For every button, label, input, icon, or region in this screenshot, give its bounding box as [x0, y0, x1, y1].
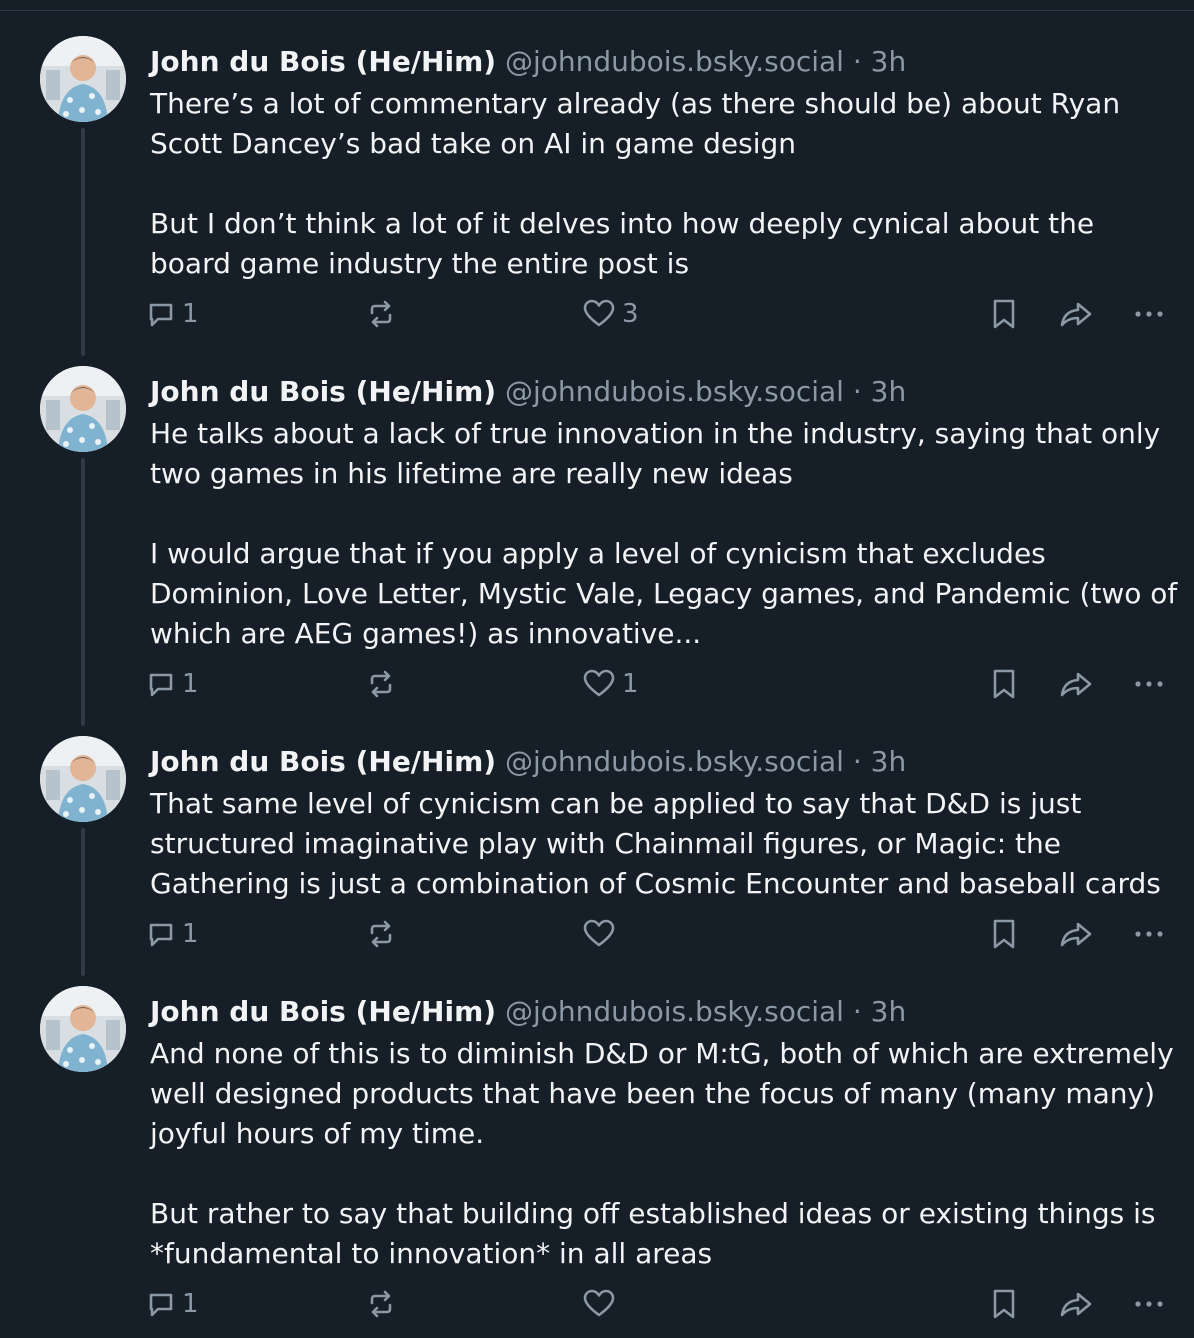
post-time[interactable]: 3h: [871, 995, 907, 1028]
author-name[interactable]: John du Bois (He/Him): [150, 995, 496, 1028]
speech-bubble-icon: [149, 923, 173, 947]
like-button[interactable]: [582, 914, 622, 954]
heart-icon: [583, 669, 615, 697]
more-options-button[interactable]: [1132, 664, 1166, 704]
repost-button[interactable]: [364, 294, 398, 334]
speech-bubble-icon: [149, 673, 173, 697]
ellipsis-icon: [1135, 1301, 1163, 1307]
like-button[interactable]: [582, 1284, 622, 1324]
speech-bubble-icon: [149, 303, 173, 327]
like-button[interactable]: 1: [582, 664, 639, 704]
avatar-image: [40, 36, 126, 122]
repost-button[interactable]: [364, 1284, 398, 1324]
like-count: 1: [622, 669, 639, 699]
reply-button[interactable]: 1: [146, 1284, 199, 1324]
share-arrow-icon: [1060, 922, 1092, 947]
heart-icon: [583, 919, 615, 947]
post-paragraph: And none of this is to diminish D&D or M…: [150, 1037, 1174, 1150]
separator: ·: [852, 375, 862, 408]
repost-arrows-icon: [370, 920, 392, 948]
post-actions: 1: [0, 1284, 1194, 1324]
reply-count: 1: [182, 919, 199, 949]
post-time[interactable]: 3h: [871, 375, 907, 408]
repost-arrows-icon: [370, 300, 392, 328]
more-options-button[interactable]: [1132, 1284, 1166, 1324]
post-header: John du Bois (He/Him) @johndubois.bsky.s…: [150, 744, 906, 780]
share-button[interactable]: [1058, 1284, 1094, 1324]
ellipsis-icon: [1135, 311, 1163, 317]
author-handle[interactable]: @johndubois.bsky.social: [505, 375, 844, 408]
post-text: And none of this is to diminish D&D or M…: [150, 1034, 1180, 1274]
post-paragraph: But rather to say that building off esta…: [150, 1197, 1156, 1270]
post-paragraph: That same level of cynicism can be appli…: [150, 787, 1161, 900]
post-time[interactable]: 3h: [871, 745, 907, 778]
repost-button[interactable]: [364, 664, 398, 704]
post-paragraph: But I don’t think a lot of it delves int…: [150, 207, 1095, 280]
reply-count: 1: [182, 299, 199, 329]
avatar[interactable]: [40, 986, 126, 1072]
post-paragraph: There’s a lot of commentary already (as …: [150, 87, 1121, 160]
bookmark-icon: [993, 669, 1015, 699]
post-time[interactable]: 3h: [871, 45, 907, 78]
post-paragraph: I would argue that if you apply a level …: [150, 537, 1178, 650]
reply-count: 1: [182, 1289, 199, 1319]
post-header: John du Bois (He/Him) @johndubois.bsky.s…: [150, 374, 906, 410]
bookmark-button[interactable]: [988, 664, 1020, 704]
reply-button[interactable]: 1: [146, 914, 199, 954]
bookmark-button[interactable]: [988, 914, 1020, 954]
author-handle[interactable]: @johndubois.bsky.social: [505, 45, 844, 78]
post-actions: 1 1: [0, 664, 1194, 704]
repost-arrows-icon: [370, 1290, 392, 1318]
avatar-image: [40, 986, 126, 1072]
share-arrow-icon: [1060, 672, 1092, 697]
post-text: He talks about a lack of true innovation…: [150, 414, 1180, 654]
like-count: 3: [622, 299, 639, 329]
bookmark-icon: [993, 919, 1015, 949]
post-text: That same level of cynicism can be appli…: [150, 784, 1180, 904]
top-divider: [0, 10, 1194, 11]
more-options-button[interactable]: [1132, 914, 1166, 954]
repost-arrows-icon: [370, 670, 392, 698]
bookmark-icon: [993, 1289, 1015, 1319]
avatar-image: [40, 366, 126, 452]
ellipsis-icon: [1135, 681, 1163, 687]
avatar-image: [40, 736, 126, 822]
post-actions: 1 3: [0, 294, 1194, 334]
share-button[interactable]: [1058, 294, 1094, 334]
share-button[interactable]: [1058, 664, 1094, 704]
separator: ·: [852, 45, 862, 78]
reply-count: 1: [182, 669, 199, 699]
share-button[interactable]: [1058, 914, 1094, 954]
post-paragraph: He talks about a lack of true innovation…: [150, 417, 1161, 490]
bookmark-button[interactable]: [988, 294, 1020, 334]
bookmark-icon: [993, 299, 1015, 329]
like-button[interactable]: 3: [582, 294, 639, 334]
avatar[interactable]: [40, 366, 126, 452]
author-handle[interactable]: @johndubois.bsky.social: [505, 995, 844, 1028]
more-options-button[interactable]: [1132, 294, 1166, 334]
separator: ·: [852, 745, 862, 778]
speech-bubble-icon: [149, 1293, 173, 1317]
author-handle[interactable]: @johndubois.bsky.social: [505, 745, 844, 778]
bookmark-button[interactable]: [988, 1284, 1020, 1324]
post-header: John du Bois (He/Him) @johndubois.bsky.s…: [150, 994, 906, 1030]
post-header: John du Bois (He/Him) @johndubois.bsky.s…: [150, 44, 906, 80]
ellipsis-icon: [1135, 931, 1163, 937]
heart-icon: [583, 299, 615, 327]
share-arrow-icon: [1060, 302, 1092, 327]
author-name[interactable]: John du Bois (He/Him): [150, 375, 496, 408]
avatar[interactable]: [40, 736, 126, 822]
reply-button[interactable]: 1: [146, 294, 199, 334]
post-text: There’s a lot of commentary already (as …: [150, 84, 1180, 284]
share-arrow-icon: [1060, 1292, 1092, 1317]
author-name[interactable]: John du Bois (He/Him): [150, 45, 496, 78]
author-name[interactable]: John du Bois (He/Him): [150, 745, 496, 778]
separator: ·: [852, 995, 862, 1028]
reply-button[interactable]: 1: [146, 664, 199, 704]
heart-icon: [583, 1289, 615, 1317]
post-actions: 1: [0, 914, 1194, 954]
avatar[interactable]: [40, 36, 126, 122]
repost-button[interactable]: [364, 914, 398, 954]
